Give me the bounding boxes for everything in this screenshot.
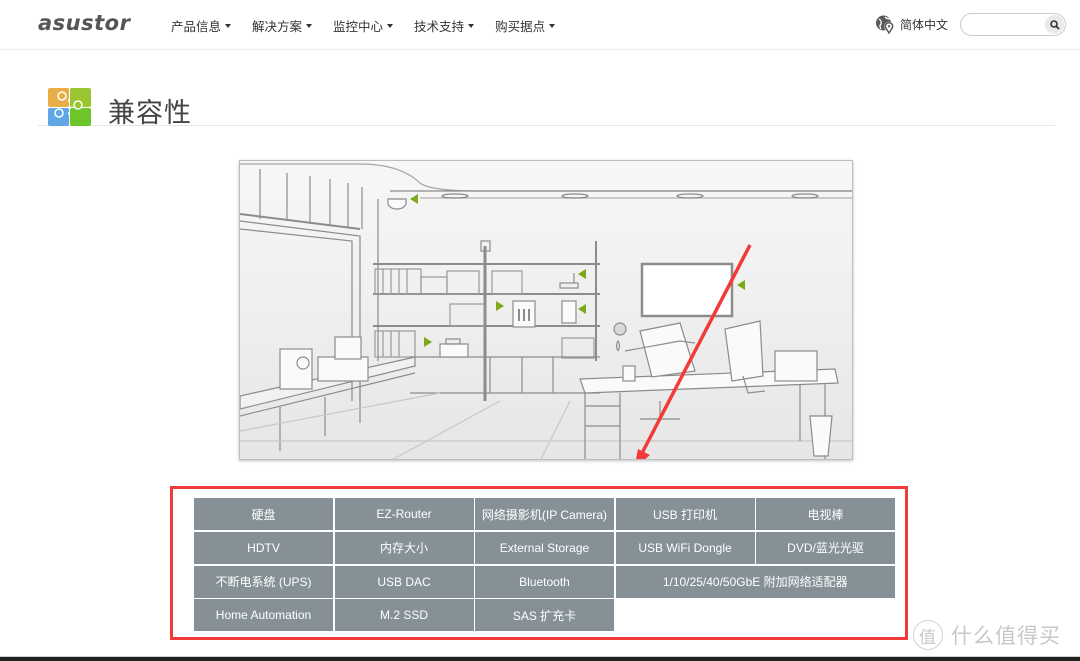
compat-home-automation[interactable]: Home Automation	[194, 599, 333, 632]
nav-item-support[interactable]: 技术支持	[414, 16, 475, 35]
compat-hdtv[interactable]: HDTV	[194, 531, 333, 564]
caret-down-icon	[306, 24, 313, 28]
nav-label: 产品信息	[171, 20, 222, 34]
search-icon	[1049, 19, 1060, 30]
compat-m2-ssd[interactable]: M.2 SSD	[334, 599, 474, 632]
compat-hdd[interactable]: 硬盘	[194, 498, 333, 530]
compat-usb-wifi-dongle[interactable]: USB WiFi Dongle	[615, 531, 755, 564]
language-selector[interactable]: 简体中文	[875, 14, 948, 34]
compat-network-adapter[interactable]: 1/10/25/40/50GbE 附加网络适配器	[615, 565, 895, 598]
compat-ip-camera[interactable]: 网络摄影机(IP Camera)	[475, 498, 614, 530]
search-input[interactable]	[969, 17, 1039, 32]
compat-usb-printer[interactable]: USB 打印机	[615, 498, 755, 530]
caret-down-icon	[549, 24, 556, 28]
caret-down-icon	[387, 24, 394, 28]
compat-bluetooth[interactable]: Bluetooth	[475, 565, 614, 598]
smzdm-watermark: 值 什么值得买	[913, 620, 1061, 650]
globe-location-icon	[876, 15, 894, 34]
nav-item-products[interactable]: 产品信息	[171, 16, 232, 35]
compat-memory[interactable]: 内存大小	[334, 531, 474, 564]
nav-label: 技术支持	[414, 20, 465, 34]
page-title: 兼容性	[108, 98, 192, 128]
caret-down-icon	[225, 24, 232, 28]
watermark-text: 什么值得买	[951, 625, 1061, 648]
page-title-bar: 兼容性	[38, 86, 1055, 128]
home-office-scene	[240, 163, 852, 459]
nav-label: 解决方案	[252, 20, 303, 34]
compat-sas-card[interactable]: SAS 扩充卡	[475, 599, 614, 632]
main-nav: 产品信息 解决方案 监控中心 技术支持 购买据点	[171, 16, 576, 35]
nav-item-solutions[interactable]: 解决方案	[252, 16, 313, 35]
puzzle-icon	[48, 88, 91, 126]
language-label: 简体中文	[900, 17, 949, 32]
compat-ez-router[interactable]: EZ-Router	[334, 498, 474, 530]
search-button[interactable]	[1045, 15, 1064, 34]
compat-usb-dac[interactable]: USB DAC	[334, 565, 474, 598]
asustor-logo[interactable]: asustor	[38, 11, 130, 35]
compat-tv-stick[interactable]: 电视棒	[756, 498, 895, 530]
nav-label: 监控中心	[333, 20, 384, 34]
caret-down-icon	[468, 24, 475, 28]
search-box	[960, 13, 1066, 36]
compatibility-illustration	[239, 160, 853, 460]
compat-external-storage[interactable]: External Storage	[475, 531, 614, 564]
nav-label: 购买据点	[495, 20, 546, 34]
compatibility-grid: 硬盘 EZ-Router 网络摄影机(IP Camera) USB 打印机 电视…	[194, 498, 895, 632]
nav-item-where-to-buy[interactable]: 购买据点	[495, 16, 556, 35]
compat-ups[interactable]: 不断电系统 (UPS)	[194, 565, 333, 598]
compat-dvd-bluray[interactable]: DVD/蓝光光驱	[756, 531, 895, 564]
watermark-badge: 值	[913, 620, 943, 650]
marker-ip-camera	[410, 194, 418, 204]
top-header: asustor 产品信息 解决方案 监控中心 技术支持 购买据点 简体中文	[0, 0, 1080, 50]
footer-bar	[0, 656, 1080, 661]
nav-item-surveillance[interactable]: 监控中心	[333, 16, 394, 35]
